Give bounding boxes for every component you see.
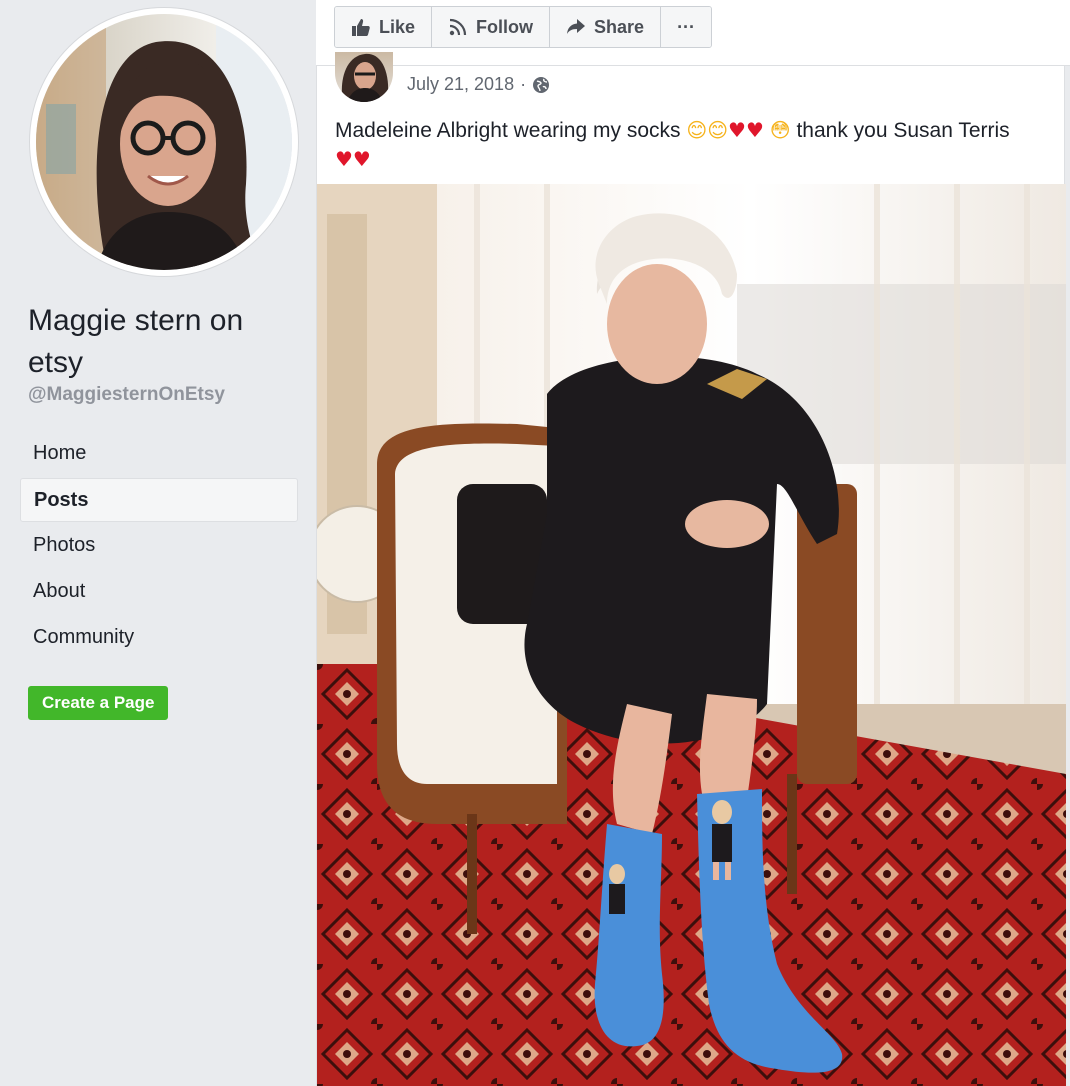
share-arrow-icon [566,17,586,37]
thumbs-up-icon [351,17,371,37]
avatar-image [36,14,292,270]
share-button[interactable]: Share [550,7,662,47]
sidebar-item-home[interactable]: Home [20,432,298,478]
photo-image [317,184,1066,1086]
post-photo[interactable] [317,184,1066,1086]
post-message: Madeleine Albright wearing my socks 😊😊♥♥… [335,116,1045,174]
post-text-start: Madeleine Albright wearing my socks [335,119,681,142]
create-page-button[interactable]: Create a Page [28,686,169,720]
red-heart-emoji-2: ♥♥ [335,147,371,171]
globe-icon[interactable] [532,76,550,94]
share-label: Share [594,16,645,37]
post-author-avatar[interactable] [335,52,393,102]
post-date[interactable]: July 21, 2018 [407,74,514,95]
like-button[interactable]: Like [335,7,433,47]
sidebar-item-community[interactable]: Community [20,616,298,662]
sidebar-item-posts[interactable]: Posts [20,478,298,522]
avatar [36,14,292,270]
sidebar-nav: Home Posts Photos About Community [20,432,298,662]
follow-button[interactable]: Follow [432,7,551,47]
profile-picture[interactable] [30,8,298,276]
facebook-page: Maggie stern on etsy @MaggiesternOnEtsy … [0,0,1070,1086]
page-action-bar: Like Follow Share ··· [316,0,1070,66]
smiling-face-emoji: 😊😊 [686,118,729,142]
meta-separator: · [520,74,527,94]
more-options-button[interactable]: ··· [661,7,712,47]
post-meta: July 21, 2018 · [407,74,550,95]
sidebar: Maggie stern on etsy @MaggiesternOnEtsy … [0,0,316,1086]
page-handle[interactable]: @MaggiesternOnEtsy [28,384,225,406]
page-title: Maggie stern on etsy [28,304,244,379]
post-header: July 21, 2018 · Madeleine Albright weari… [317,52,1064,184]
post-text-end: thank you Susan Terris [796,119,1010,142]
sidebar-item-about[interactable]: About [20,570,298,616]
page-action-buttons: Like Follow Share ··· [334,6,713,48]
more-icon: ··· [677,16,696,37]
rss-icon [448,17,468,37]
follow-label: Follow [476,16,534,37]
like-label: Like [379,16,416,37]
red-heart-emoji: ♥♥ [728,118,764,142]
post: July 21, 2018 · Madeleine Albright weari… [316,52,1066,1086]
flushed-face-emoji: 😳 [769,118,791,142]
sidebar-item-photos[interactable]: Photos [20,524,298,570]
